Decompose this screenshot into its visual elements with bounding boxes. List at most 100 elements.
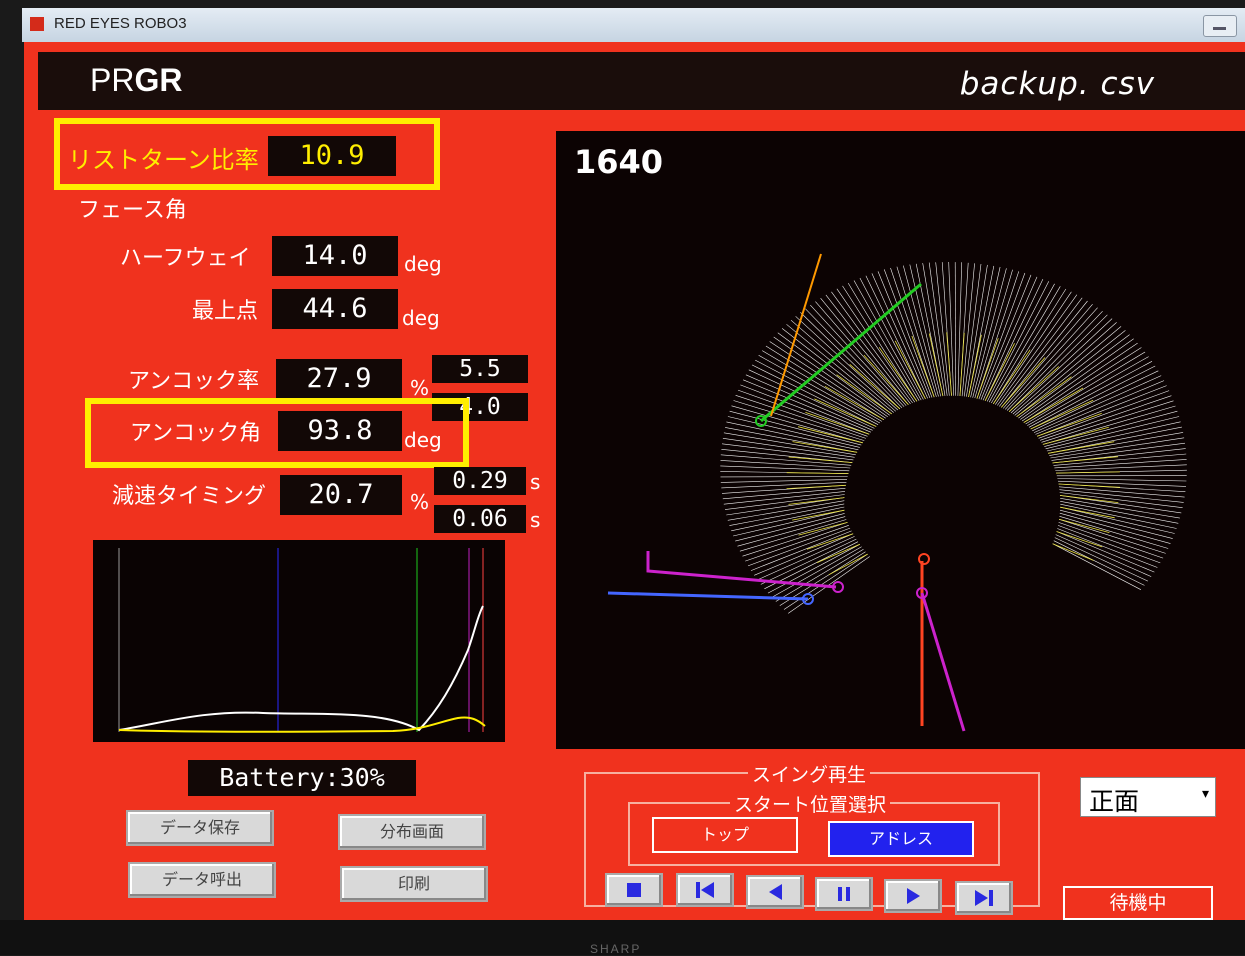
decel-timing-value: 20.7 (280, 475, 402, 515)
logo-gr: GR (134, 62, 182, 98)
swing-graph (93, 540, 505, 742)
shaft-line (1046, 417, 1180, 449)
head-line (1059, 484, 1120, 487)
monitor-bezel: SHARP (0, 920, 1245, 955)
status-indicator: 待機中 (1063, 886, 1213, 920)
shaft-line (923, 263, 945, 396)
shaft-line (1005, 308, 1097, 410)
data-save-button[interactable]: データ保存 (126, 810, 274, 846)
magenta-club-line (922, 593, 964, 731)
view-select[interactable]: 正面 ▾ (1080, 777, 1216, 817)
window-titlebar: RED EYES ROBO3 (22, 8, 1245, 42)
highlight-box-uncock-angle (85, 398, 469, 468)
club-head-lines (787, 332, 1120, 575)
swing-graph-svg (93, 540, 505, 742)
head-line (789, 457, 853, 463)
shaft-line (1026, 352, 1146, 424)
shaft-line (1043, 406, 1176, 444)
shaft-line (751, 531, 852, 571)
shaft-line (1060, 501, 1178, 523)
swing-playback-title: スイング再生 (748, 760, 870, 787)
shaft-line (1059, 490, 1183, 503)
window-title: RED EYES ROBO3 (54, 15, 187, 32)
club-shaft-lines (720, 262, 1187, 613)
monitor-brand: SHARP (590, 942, 641, 956)
skip-start-button[interactable] (676, 873, 734, 907)
shaft-line (1059, 487, 1185, 497)
top-label: 最上点 (192, 293, 258, 325)
logo-pr: PR (90, 62, 134, 98)
shaft-line (979, 273, 1025, 399)
swing-trajectory (556, 131, 1245, 749)
shaft-line (721, 482, 846, 488)
file-name: backup. csv (960, 66, 1155, 102)
shaft-line (757, 536, 854, 580)
shaft-line (721, 479, 847, 482)
shaft-line (1060, 507, 1175, 533)
shaft-line (991, 286, 1060, 403)
view-select-value: 正面 (1089, 782, 1139, 818)
graph-line-white (119, 606, 483, 730)
shaft-line (983, 277, 1037, 400)
shaft-line (772, 547, 862, 598)
distribution-screen-button[interactable]: 分布画面 (338, 814, 486, 850)
shaft-line (1050, 438, 1184, 458)
shaft-line (1057, 479, 1186, 482)
shaft-line (721, 455, 851, 466)
wrist-turn-value: 10.9 (268, 136, 396, 176)
uncock-rate-value: 27.9 (276, 359, 402, 399)
shaft-line (1055, 465, 1187, 471)
uncock-rate-label: アンコック率 (128, 363, 259, 395)
stop-icon (623, 879, 645, 901)
shaft-line (1039, 391, 1170, 439)
minimize-button[interactable] (1203, 15, 1237, 37)
play-icon (902, 885, 924, 907)
shaft-line (776, 549, 864, 601)
data-load-button[interactable]: データ呼出 (128, 862, 276, 898)
shaft-line (1042, 401, 1174, 443)
app-icon (30, 17, 44, 31)
head-line (793, 442, 858, 453)
shaft-line (1003, 304, 1092, 408)
shaft-line (734, 401, 865, 441)
shaft-line (1060, 493, 1183, 508)
magenta-position-line (648, 551, 836, 587)
shaft-line (971, 267, 1001, 397)
head-line (799, 522, 848, 535)
shaft-line (759, 355, 880, 423)
wrist-turn-label: リストターン比率 (68, 140, 259, 175)
stop-button[interactable] (605, 873, 663, 907)
start-address-button[interactable]: アドレス (828, 821, 974, 857)
skip-end-button[interactable] (955, 881, 1013, 915)
shaft-line (1027, 357, 1148, 426)
pause-button[interactable] (815, 877, 873, 911)
red-marker (919, 554, 929, 564)
top-value: 44.6 (272, 289, 398, 329)
uncock-rate-unit: % (410, 376, 429, 400)
head-line (1056, 472, 1120, 473)
head-line (787, 485, 846, 488)
swing-visualization: 1640 (556, 131, 1245, 749)
shaft-line (936, 262, 950, 395)
shaft-line (722, 444, 853, 460)
shaft-line (1057, 529, 1157, 568)
head-line (1053, 457, 1119, 463)
skip-end-icon (972, 887, 996, 909)
shaft-line (860, 278, 924, 400)
print-button[interactable]: 印刷 (340, 866, 488, 902)
step-back-icon (764, 881, 786, 903)
head-line (825, 386, 884, 419)
decel-side2: 0.06 (434, 505, 526, 533)
chevron-down-icon: ▾ (1202, 786, 1209, 802)
step-back-button[interactable] (746, 875, 804, 909)
play-button[interactable] (884, 879, 942, 913)
shaft-line (1058, 481, 1186, 486)
shaft-line (884, 269, 932, 397)
shaft-line (1055, 538, 1148, 582)
start-top-button[interactable]: トップ (652, 817, 798, 853)
decel-side1: 0.29 (434, 467, 526, 495)
head-line (787, 473, 849, 474)
decel-timing-label: 減速タイミング (112, 478, 266, 510)
decel-side1-unit: s (530, 470, 540, 494)
shaft-line (949, 262, 954, 396)
